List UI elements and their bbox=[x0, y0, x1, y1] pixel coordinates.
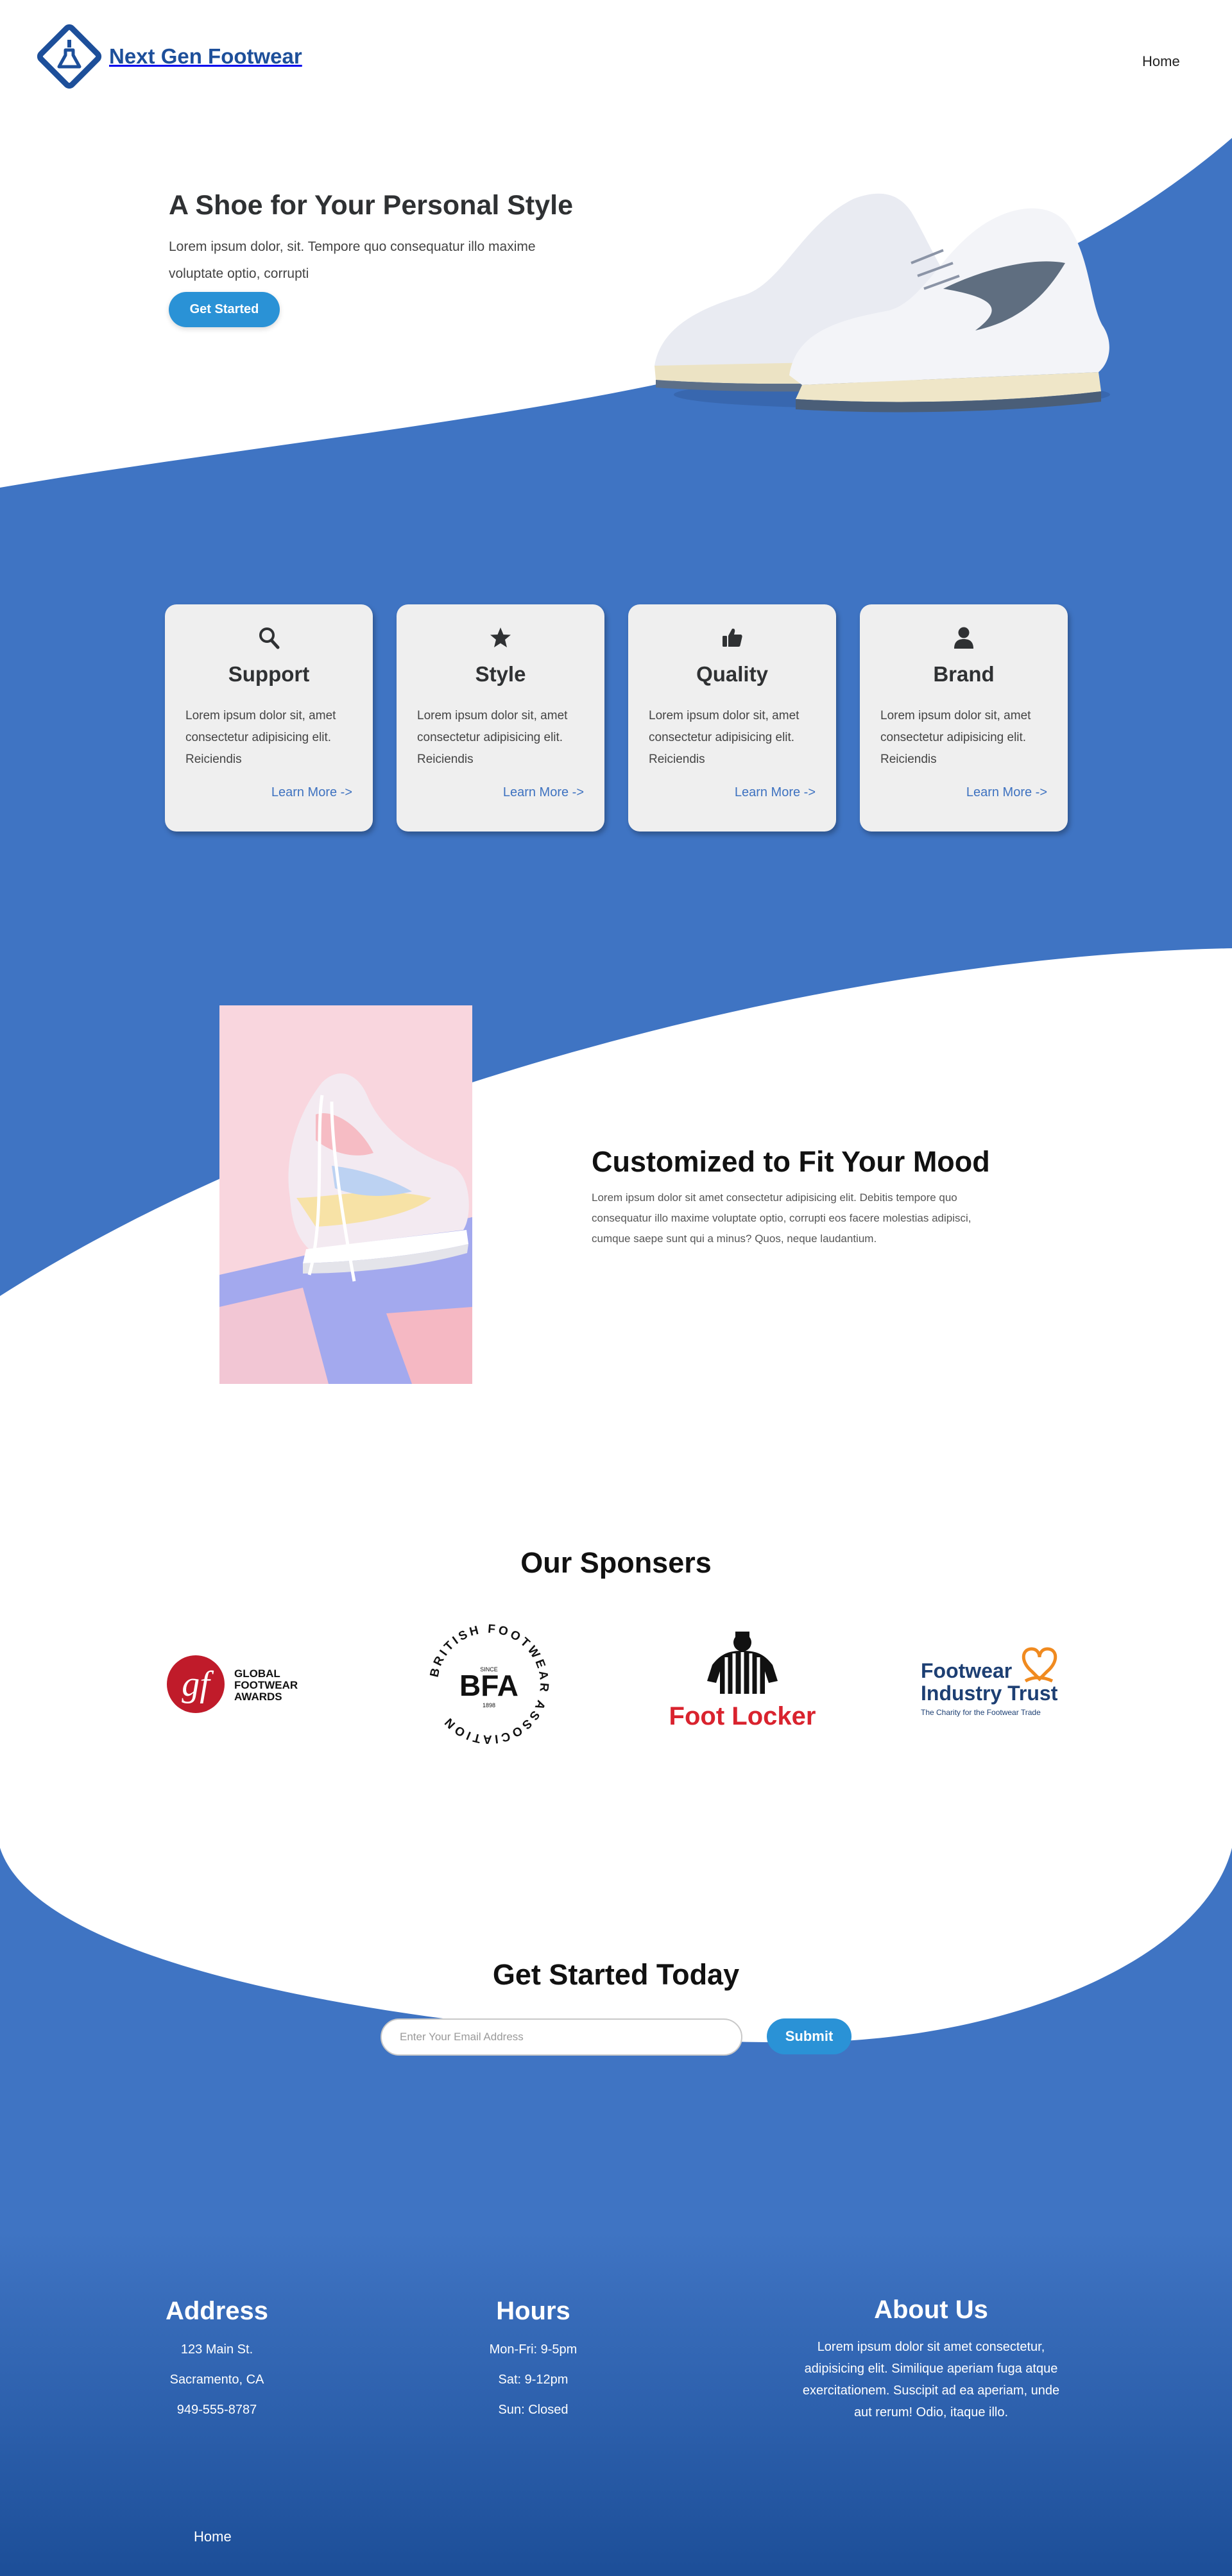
footer-address-title: Address bbox=[165, 2297, 269, 2325]
site-header: Next Gen Footwear Home bbox=[0, 0, 1232, 122]
footer-address: Address 123 Main St. Sacramento, CA 949-… bbox=[153, 2297, 281, 2425]
svg-text:gf: gf bbox=[182, 1664, 214, 1704]
thumbs-up-icon bbox=[723, 628, 742, 647]
feature-card-style: Style Lorem ipsum dolor sit, amet consec… bbox=[397, 604, 604, 832]
card-text: Lorem ipsum dolor sit, amet consectetur … bbox=[880, 709, 1031, 766]
sponsors-title: Our Sponsers bbox=[520, 1546, 712, 1579]
foot-locker-logo: Foot Locker bbox=[669, 1632, 816, 1730]
svg-text:1898: 1898 bbox=[483, 1702, 495, 1709]
star-icon bbox=[490, 627, 511, 647]
learn-more-link[interactable]: Learn More -> bbox=[271, 785, 352, 800]
card-text: Lorem ipsum dolor sit, amet consectetur … bbox=[649, 709, 800, 766]
footer-phone: 949-555-8787 bbox=[176, 2403, 257, 2417]
card-text: Lorem ipsum dolor sit, amet consectetur … bbox=[185, 709, 336, 766]
footer-hours: Hours Mon-Fri: 9-5pm Sat: 9-12pm Sun: Cl… bbox=[469, 2297, 597, 2425]
svg-text:Industry Trust: Industry Trust bbox=[921, 1682, 1058, 1705]
feature-card-support: Support Lorem ipsum dolor sit, amet cons… bbox=[165, 604, 373, 832]
hero-title: A Shoe for Your Personal Style bbox=[169, 190, 574, 221]
learn-more-link[interactable]: Learn More -> bbox=[735, 785, 816, 800]
card-title: Quality bbox=[696, 662, 768, 686]
svg-text:The Charity for the Footwear T: The Charity for the Footwear Trade bbox=[921, 1708, 1041, 1717]
mood-text: Lorem ipsum dolor sit amet consectetur a… bbox=[592, 1191, 971, 1245]
footer-about-title: About Us bbox=[874, 2296, 988, 2324]
svg-text:FOOTWEAR: FOOTWEAR bbox=[234, 1679, 298, 1691]
submit-button[interactable]: Submit bbox=[767, 2018, 851, 2054]
footer-hours-line: Sat: 9-12pm bbox=[498, 2373, 569, 2387]
pastel-sneaker-image bbox=[219, 1005, 472, 1384]
footer-hours-title: Hours bbox=[496, 2297, 570, 2325]
svg-text:Foot Locker: Foot Locker bbox=[669, 1702, 816, 1730]
svg-text:Footwear: Footwear bbox=[921, 1659, 1012, 1682]
footwear-industry-trust-logo: Footwear Industry Trust The Charity for … bbox=[921, 1647, 1058, 1717]
feature-card-quality: Quality Lorem ipsum dolor sit, amet cons… bbox=[628, 604, 836, 832]
card-text: Lorem ipsum dolor sit, amet consectetur … bbox=[417, 709, 568, 766]
footer-about-text: Lorem ipsum dolor sit amet consectetur, … bbox=[802, 2340, 1060, 2419]
brand-logo[interactable]: Next Gen Footwear bbox=[33, 21, 302, 92]
learn-more-link[interactable]: Learn More -> bbox=[966, 785, 1047, 800]
svg-text:GLOBAL: GLOBAL bbox=[234, 1668, 280, 1680]
svg-text:BFA: BFA bbox=[459, 1669, 518, 1702]
card-title: Brand bbox=[933, 662, 995, 686]
flask-logo-icon bbox=[37, 24, 102, 89]
footer-hours-line: Sun: Closed bbox=[498, 2403, 569, 2417]
email-input[interactable] bbox=[381, 2018, 742, 2056]
nav-home-link[interactable]: Home bbox=[1142, 53, 1180, 70]
hero-shoe-image bbox=[654, 193, 1110, 413]
get-started-title: Get Started Today bbox=[492, 1958, 740, 1991]
card-title: Style bbox=[475, 662, 526, 686]
search-icon bbox=[259, 627, 280, 649]
footer-address-line: 123 Main St. bbox=[180, 2342, 253, 2357]
user-icon bbox=[954, 627, 973, 649]
footer-home-link[interactable]: Home bbox=[194, 2529, 232, 2545]
footer-hours-line: Mon-Fri: 9-5pm bbox=[489, 2342, 578, 2357]
brand-name: Next Gen Footwear bbox=[109, 44, 302, 68]
learn-more-link[interactable]: Learn More -> bbox=[503, 785, 584, 800]
card-title: Support bbox=[228, 662, 310, 686]
global-footwear-awards-logo: gf GLOBAL FOOTWEAR AWARDS bbox=[167, 1655, 298, 1713]
get-started-button[interactable]: Get Started bbox=[169, 292, 280, 327]
svg-text:AWARDS: AWARDS bbox=[234, 1691, 282, 1703]
footer-address-line: Sacramento, CA bbox=[169, 2373, 264, 2387]
feature-card-brand: Brand Lorem ipsum dolor sit, amet consec… bbox=[860, 604, 1068, 832]
mood-title: Customized to Fit Your Mood bbox=[592, 1145, 990, 1178]
footer-about: About Us Lorem ipsum dolor sit amet cons… bbox=[800, 2296, 1063, 2423]
hero-text: Lorem ipsum dolor, sit. Tempore quo cons… bbox=[169, 239, 536, 281]
bfa-logo: BRITISH FOOTWEAR ASSOCIATION SINCE BFA 1… bbox=[428, 1623, 549, 1746]
